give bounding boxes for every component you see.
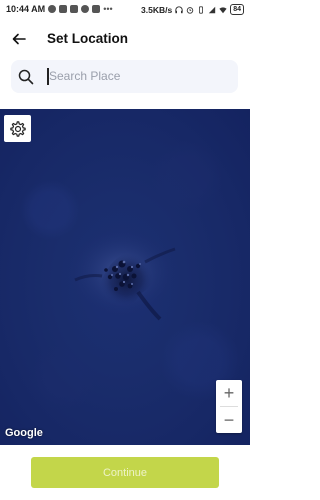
search-icon <box>18 69 34 85</box>
seamount-terrain <box>67 227 177 321</box>
messenger-icon <box>81 5 90 13</box>
status-left: 10:44 AM ••• <box>6 4 113 14</box>
zoom-control: + − <box>216 380 242 433</box>
map-settings-button[interactable] <box>4 115 31 142</box>
status-time: 10:44 AM <box>6 4 46 14</box>
zoom-in-button[interactable]: + <box>216 380 242 406</box>
vibrate-icon <box>199 5 204 14</box>
map-view[interactable]: Google + − <box>0 109 250 445</box>
back-button[interactable] <box>8 28 30 50</box>
search-input[interactable] <box>49 66 229 86</box>
search-box[interactable] <box>11 60 238 93</box>
network-speed: 3.5KB/s <box>141 4 173 15</box>
messenger-icon <box>48 5 57 13</box>
app-bar: Set Location <box>0 22 250 56</box>
youtube-icon <box>70 5 79 13</box>
signal-icon <box>209 6 216 13</box>
back-arrow-icon <box>12 33 26 45</box>
status-bar: 10:44 AM ••• 3.5KB/s 84 <box>0 0 250 20</box>
headphones-icon <box>175 5 183 13</box>
gallery-icon <box>92 5 101 13</box>
gear-icon <box>9 120 26 137</box>
status-right: 3.5KB/s 84 <box>141 4 244 15</box>
alarm-icon <box>186 6 194 14</box>
zoom-out-button[interactable]: − <box>216 407 242 433</box>
continue-button[interactable]: Continue <box>31 457 219 488</box>
more-notifications-icon: ••• <box>103 4 113 14</box>
battery-level: 84 <box>230 4 244 15</box>
youtube-icon <box>59 5 68 13</box>
google-logo: Google <box>5 427 43 439</box>
page-title: Set Location <box>47 31 129 46</box>
wifi-icon <box>219 6 227 13</box>
